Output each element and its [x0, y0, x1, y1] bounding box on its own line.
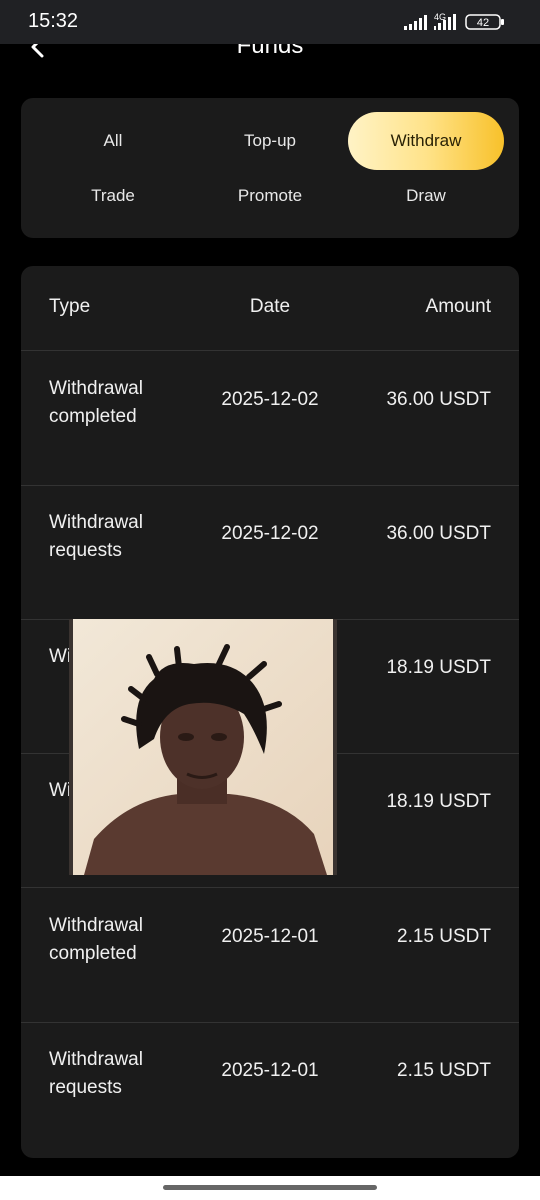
cell-type: Withdrawal completed	[49, 378, 143, 427]
page-title: Funds	[236, 44, 304, 59]
table-row[interactable]: Withdrawal completed 2025-12-02 36.00 US…	[21, 351, 519, 486]
cell-date: 2025-12-01	[221, 1060, 319, 1081]
table-row[interactable]: Withdrawal requests 2025-12-01 2.15 USDT	[21, 1022, 519, 1156]
battery-icon: 42	[465, 14, 504, 30]
filter-top-up[interactable]: Top-up	[192, 112, 348, 170]
filter-withdraw[interactable]: Withdraw	[348, 112, 504, 170]
cell-date: 2025-12-01	[221, 926, 319, 947]
person-photo-icon	[69, 619, 337, 875]
cell-date: 2025-12-02	[221, 523, 319, 544]
nav-header: Funds	[0, 44, 540, 72]
battery-level: 42	[477, 17, 489, 29]
table-row[interactable]: Withdrawal requests 2025-12-02 36.00 USD…	[21, 485, 519, 620]
header-amount: Amount	[425, 296, 491, 317]
filter-panel: All Top-up Withdraw Trade Promote Draw	[21, 98, 519, 238]
signal-icon	[404, 15, 427, 30]
status-icons: 4G 42	[404, 12, 504, 30]
status-time: 15:32	[28, 10, 79, 32]
cell-amount: 36.00 USDT	[386, 523, 491, 544]
filter-draw[interactable]: Draw	[348, 167, 504, 225]
cell-amount: 18.19 USDT	[386, 657, 491, 678]
table-row[interactable]: Withdrawal completed 2025-12-01 2.15 USD…	[21, 888, 519, 1023]
home-indicator	[0, 1176, 540, 1200]
cell-amount: 36.00 USDT	[386, 389, 491, 410]
cell-amount: 2.15 USDT	[397, 1060, 491, 1081]
cell-amount: 2.15 USDT	[397, 926, 491, 947]
filter-promote[interactable]: Promote	[192, 167, 348, 225]
status-bar: 15:32 4G 42	[0, 0, 540, 44]
header-date: Date	[249, 296, 291, 317]
cell-type: Withdrawal completed	[49, 915, 143, 964]
cell-type: Withdrawal requests	[49, 512, 143, 561]
cell-amount: 18.19 USDT	[386, 791, 491, 812]
filter-trade[interactable]: Trade	[35, 167, 191, 225]
cell-date: 2025-12-02	[221, 389, 319, 410]
filter-all[interactable]: All	[35, 112, 191, 170]
home-bar[interactable]	[163, 1185, 377, 1190]
cell-type: Withdrawal requests	[49, 1049, 143, 1098]
header-type: Type	[49, 296, 91, 317]
table-header: Type Date Amount	[21, 266, 519, 351]
